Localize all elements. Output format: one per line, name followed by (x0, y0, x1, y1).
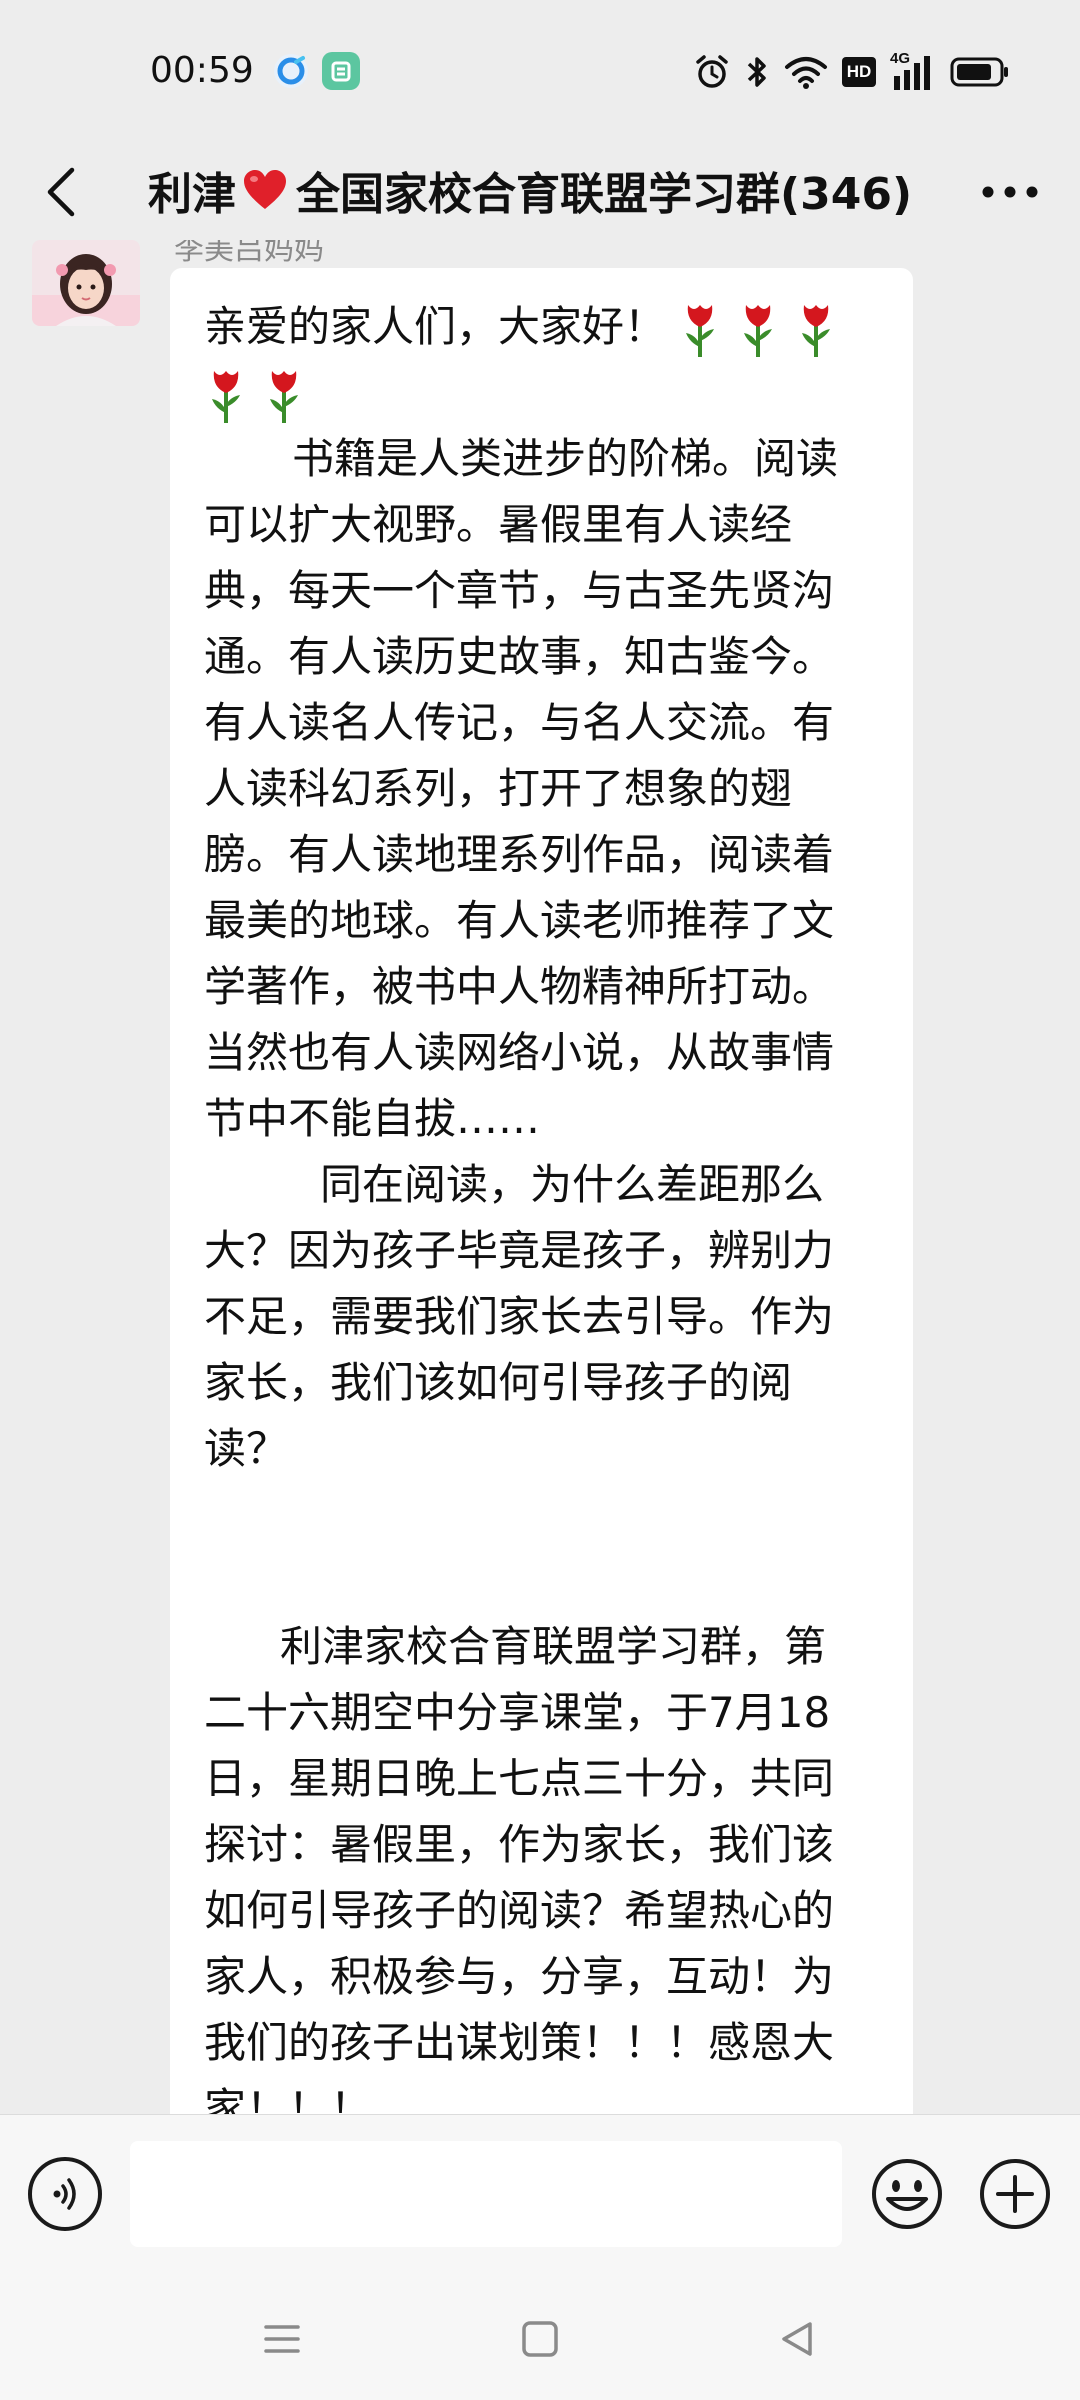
message-line: 通。有人读历史故事，知古鉴今。 (204, 632, 835, 681)
battery-icon (950, 56, 1010, 88)
message-line: 家长，我们该如何引导孩子的阅 (204, 1358, 793, 1407)
message-text: 亲爱的家人们，大家好！ (204, 302, 667, 351)
home-icon (522, 2321, 558, 2357)
wifi-icon (784, 54, 828, 90)
emoji-button[interactable] (870, 2157, 944, 2231)
more-options-button[interactable] (970, 160, 1050, 224)
message-line: 可以扩大视野。暑假里有人读经 (204, 500, 793, 549)
tulip-icon (212, 370, 240, 423)
message-line: 典，每天一个章节，与古圣先贤沟 (204, 566, 835, 615)
signal-4g-icon: 4G (890, 50, 936, 92)
message-line: 膀。有人读地理系列作品，阅读着 (204, 830, 835, 879)
chat-title: 利津 全国家校合育联盟学习群(346) (148, 150, 912, 230)
back-button[interactable] (30, 160, 94, 224)
chat-message-list[interactable]: 李美吕妈妈 亲爱的家人们，大家好！ 书籍是人类进步的阶梯。阅读 可以扩大视野。暑… (0, 240, 1080, 2114)
browser-notification-icon (272, 52, 310, 90)
message-line: 亲爱的家人们，大家好！ (204, 294, 893, 360)
message-line: 有人读名人传记，与名人交流。有 (204, 698, 835, 747)
tulip-icon (744, 304, 773, 357)
message-line: 同在阅读，为什么差距那么 (320, 1160, 825, 1209)
status-bar: 00:59 HD 4G (0, 0, 1080, 140)
message-line: 我们的孩子出谋划策！！！感恩大 (204, 2018, 835, 2067)
message-line: 探讨：暑假里，作为家长，我们该 (204, 1820, 835, 1869)
message-line: 大？因为孩子毕竟是孩子，辨别力 (204, 1226, 835, 1275)
message-line: 日，星期日晚上七点三十分，共同 (204, 1754, 835, 1803)
input-bar (0, 2114, 1080, 2274)
bluetooth-icon (744, 54, 770, 90)
message-bubble[interactable]: 亲爱的家人们，大家好！ 书籍是人类进步的阶梯。阅读 可以扩大视野。暑假里有人读经… (170, 268, 913, 2114)
message-line: 家人，积极参与，分享，互动！为 (204, 1952, 835, 2001)
message-line: 节中不能自拔…… (204, 1094, 541, 1143)
message-line: 不足，需要我们家长去引导。作为 (204, 1292, 835, 1341)
message-line: 利津家校合育联盟学习群，第 (280, 1622, 827, 1671)
more-functions-button[interactable] (978, 2157, 1052, 2231)
system-nav-bar (0, 2274, 1080, 2400)
chevron-left-icon (47, 167, 75, 217)
more-dots-icon (982, 186, 1038, 198)
system-back-button[interactable] (763, 2304, 833, 2374)
hd-icon: HD (842, 57, 876, 87)
app-notification-icon (322, 52, 360, 90)
tulip-icon (802, 304, 831, 357)
tulip-emoji-group (678, 301, 838, 359)
heart-emoji-icon (242, 169, 288, 211)
chat-header: 利津 全国家校合育联盟学习群(346) (0, 140, 1080, 240)
tulip-emoji-group (204, 367, 306, 425)
message-line: 学著作，被书中人物精神所打动。 (204, 962, 835, 1011)
alarm-icon (694, 54, 730, 90)
status-time: 00:59 (150, 50, 254, 91)
plus-icon (980, 2159, 1050, 2229)
recent-apps-button[interactable] (247, 2304, 317, 2374)
message-line (204, 360, 893, 426)
message-input[interactable] (130, 2141, 842, 2247)
voice-button[interactable] (28, 2157, 102, 2231)
chat-title-main: 全国家校合育联盟学习群(346) (296, 169, 913, 220)
back-triangle-icon (782, 2322, 812, 2356)
menu-icon (264, 2325, 300, 2353)
message-line: 书籍是人类进步的阶梯。阅读 (292, 434, 839, 483)
avatar[interactable] (32, 240, 140, 326)
smiley-icon (872, 2159, 942, 2229)
tulip-icon (686, 304, 715, 357)
message-line: 最美的地球。有人读老师推荐了文 (204, 896, 835, 945)
tulip-icon (270, 370, 298, 423)
home-button[interactable] (505, 2304, 575, 2374)
message-line (204, 1548, 893, 1614)
sender-name: 李美吕妈妈 (174, 240, 324, 267)
message-line: 二十六期空中分享课堂，于7月18 (204, 1688, 831, 1737)
chat-title-prefix: 利津 (148, 169, 236, 220)
message-line: 如何引导孩子的阅读？希望热心的 (204, 1886, 835, 1935)
message-line: 当然也有人读网络小说，从故事情 (204, 1028, 835, 1077)
voice-icon (53, 2178, 76, 2210)
status-icons: HD 4G (694, 50, 1010, 94)
message-line (204, 1482, 893, 1548)
message-line: 人读科幻系列，打开了想象的翅 (204, 764, 793, 813)
message-line: 读？ (204, 1424, 289, 1473)
message-line: 家！！！ (204, 2084, 373, 2114)
